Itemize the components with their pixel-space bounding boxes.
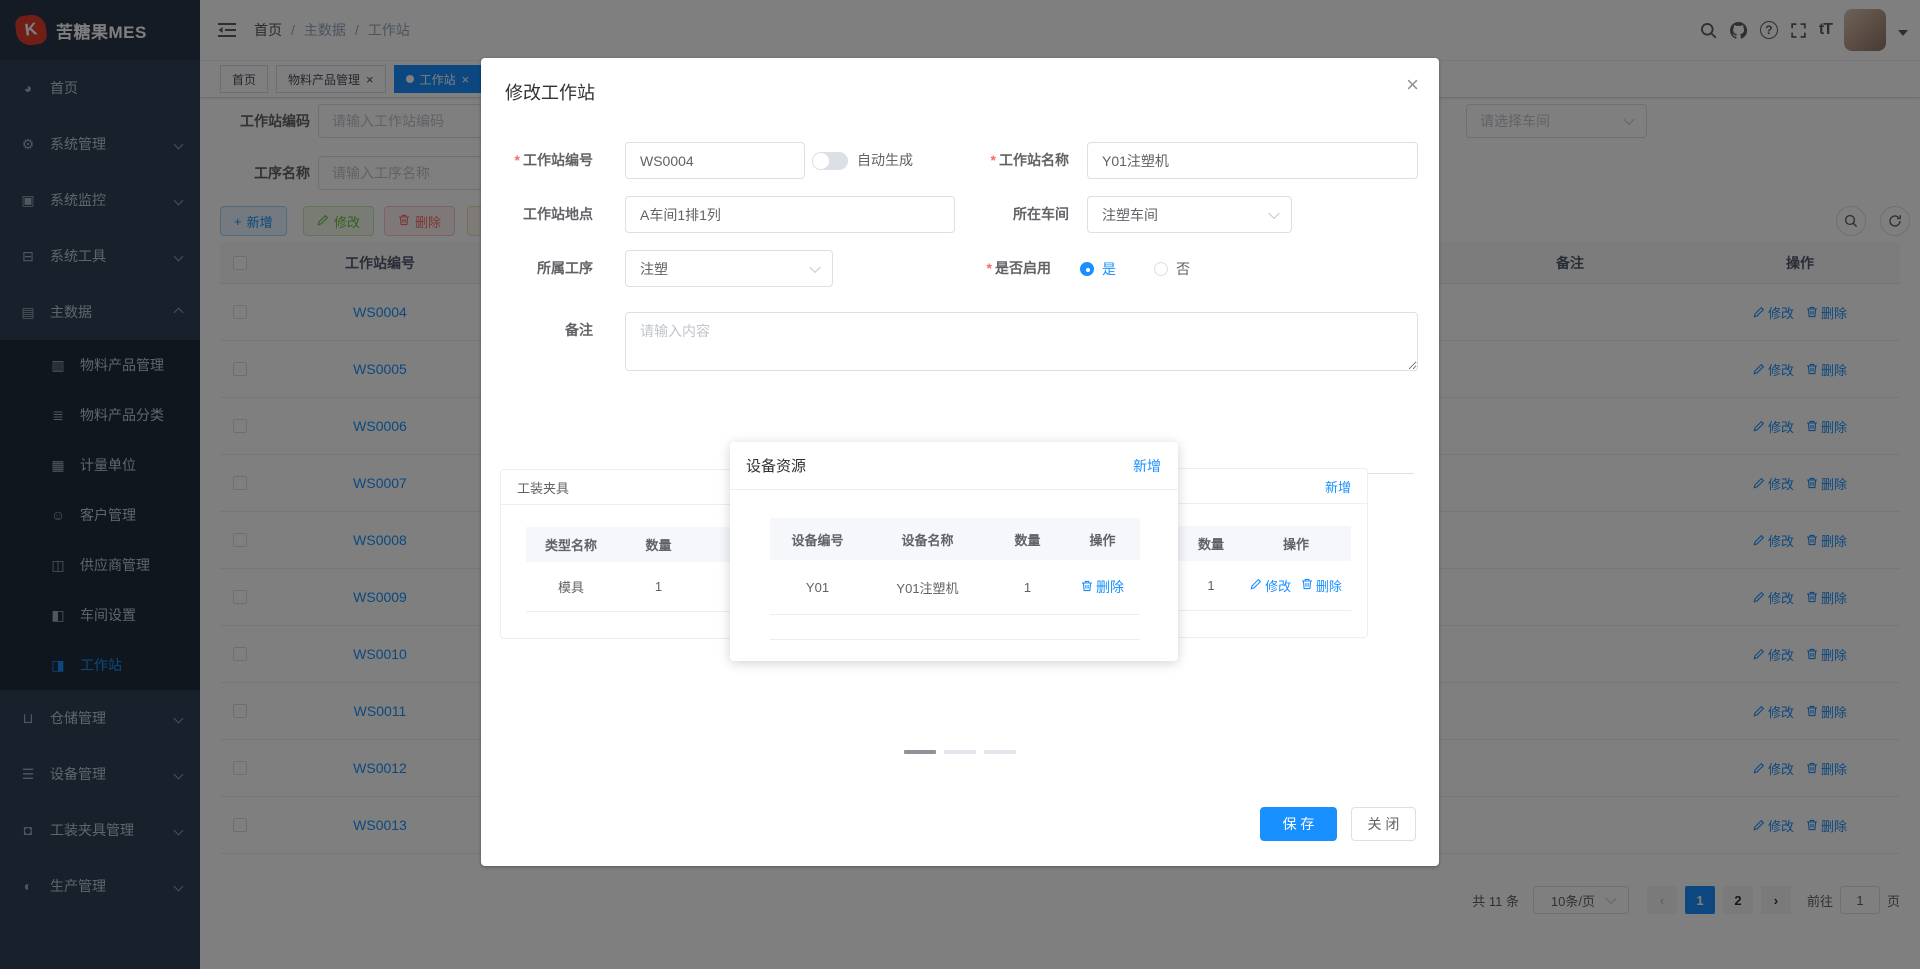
card3-edit-link[interactable]: 修改 [1250, 576, 1291, 595]
location-input[interactable] [625, 196, 955, 233]
enabled-yes-radio[interactable] [1080, 261, 1094, 276]
workshop-select[interactable]: 注塑车间 [1087, 196, 1292, 233]
equipment-col-qty: 数量 [1014, 532, 1041, 548]
enabled-no-label[interactable]: 否 [1176, 259, 1190, 279]
close-button[interactable]: 关 闭 [1351, 807, 1416, 841]
carousel-dot-2[interactable] [944, 750, 976, 754]
enabled-yes-label[interactable]: 是 [1102, 259, 1116, 279]
remark-label: 备注 [565, 322, 593, 338]
enabled-radio-group: 是 否 [1080, 250, 1190, 287]
auto-generate-label: 自动生成 [857, 152, 913, 168]
auto-generate-toggle[interactable] [812, 152, 848, 170]
app-root: { "app": {"logo_text": "苦糖果MES", "logo_l… [0, 0, 1920, 969]
station-name-input[interactable] [1087, 142, 1418, 179]
equipment-col-action: 操作 [1089, 532, 1116, 548]
equipment-table: 设备编号 设备名称 数量 操作 Y01 Y01注塑机 1 删除 [770, 518, 1140, 640]
card3-col-qty: 数量 [1197, 537, 1224, 552]
trash-icon [1301, 578, 1313, 593]
equipment-row: Y01 Y01注塑机 1 删除 [770, 560, 1140, 615]
equipment-resource-popup: 设备资源 新增 设备编号 设备名称 数量 操作 Y01 Y01注塑机 1 删除 [730, 442, 1178, 661]
fixture-col-qty: 数量 [645, 538, 672, 553]
fixture-col-type: 类型名称 [544, 538, 597, 553]
chevron-down-icon [1268, 207, 1280, 219]
pencil-icon [1250, 578, 1262, 593]
process-select[interactable]: 注塑 [625, 250, 833, 287]
card3-add-link[interactable]: 新增 [1325, 477, 1351, 496]
carousel-indicators [904, 750, 1016, 754]
fixture-card-title: 工装夹具 [517, 480, 570, 496]
carousel-dot-1[interactable] [904, 750, 936, 754]
dialog-title: 修改工作站 [505, 83, 595, 103]
equipment-delete-link[interactable]: 删除 [1081, 577, 1124, 597]
station-code-label: * 工作站编号 [514, 152, 593, 168]
enabled-no-radio[interactable] [1154, 261, 1168, 276]
save-button[interactable]: 保 存 [1260, 807, 1337, 841]
remark-textarea[interactable] [625, 312, 1418, 371]
equipment-col-code: 设备编号 [791, 532, 844, 548]
station-name-label: * 工作站名称 [990, 152, 1069, 168]
edit-workstation-dialog: 修改工作站 × *工作站编号 自动生成 *工作站名称 工作站地点 所在车间 注塑… [481, 58, 1439, 866]
location-label: 工作站地点 [523, 206, 593, 222]
equipment-popup-title: 设备资源 [746, 458, 807, 475]
equipment-add-link[interactable]: 新增 [1133, 456, 1161, 476]
workshop-label: 所在车间 [1013, 206, 1069, 222]
card3-col-action: 操作 [1282, 537, 1309, 552]
dialog-close-icon[interactable]: × [1406, 72, 1419, 98]
process-label: 所属工序 [537, 260, 593, 276]
station-code-input[interactable] [625, 142, 805, 179]
equipment-col-name: 设备名称 [901, 532, 954, 548]
card3-delete-link[interactable]: 删除 [1301, 576, 1342, 595]
enabled-label: * 是否启用 [986, 260, 1051, 276]
trash-icon [1081, 579, 1093, 595]
carousel-dot-3[interactable] [984, 750, 1016, 754]
chevron-down-icon [809, 261, 821, 273]
